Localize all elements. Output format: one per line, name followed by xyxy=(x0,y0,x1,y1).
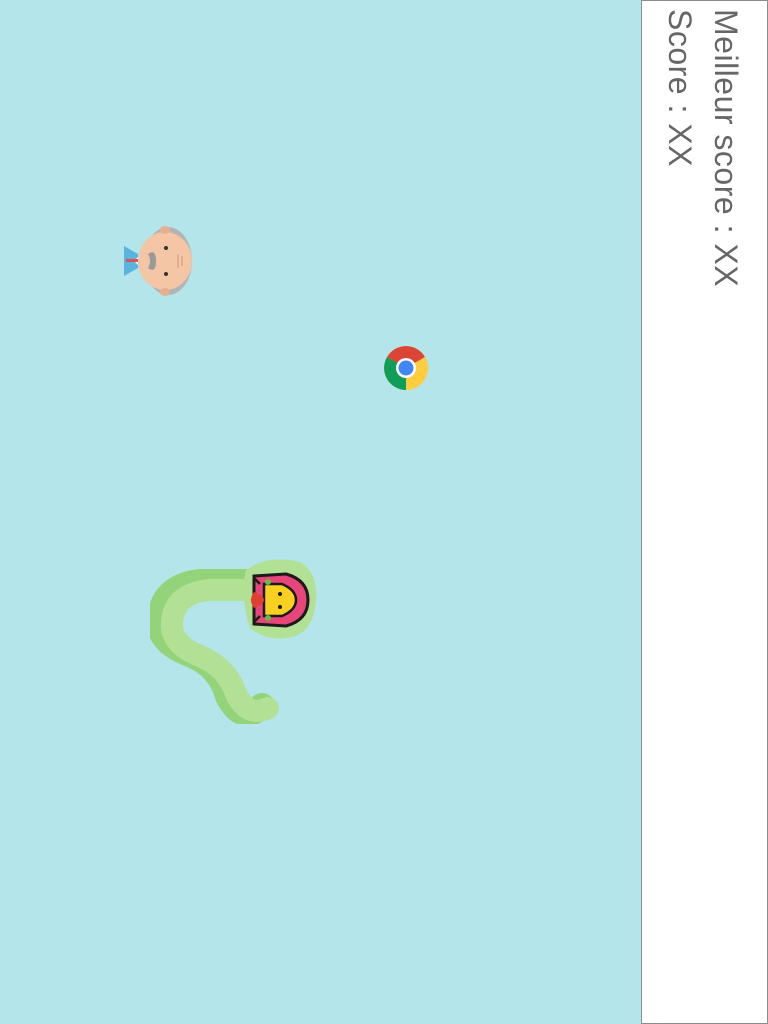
old-man-face-icon xyxy=(124,226,192,296)
chrome-logo-icon xyxy=(384,346,428,390)
current-score-label: Score : XX xyxy=(662,9,698,167)
score-panel xyxy=(641,0,768,1024)
game-playfield[interactable] xyxy=(0,0,641,1024)
best-score-label: Meilleur score : XX xyxy=(708,9,744,288)
snake-with-hooded-rider-icon xyxy=(150,559,317,724)
